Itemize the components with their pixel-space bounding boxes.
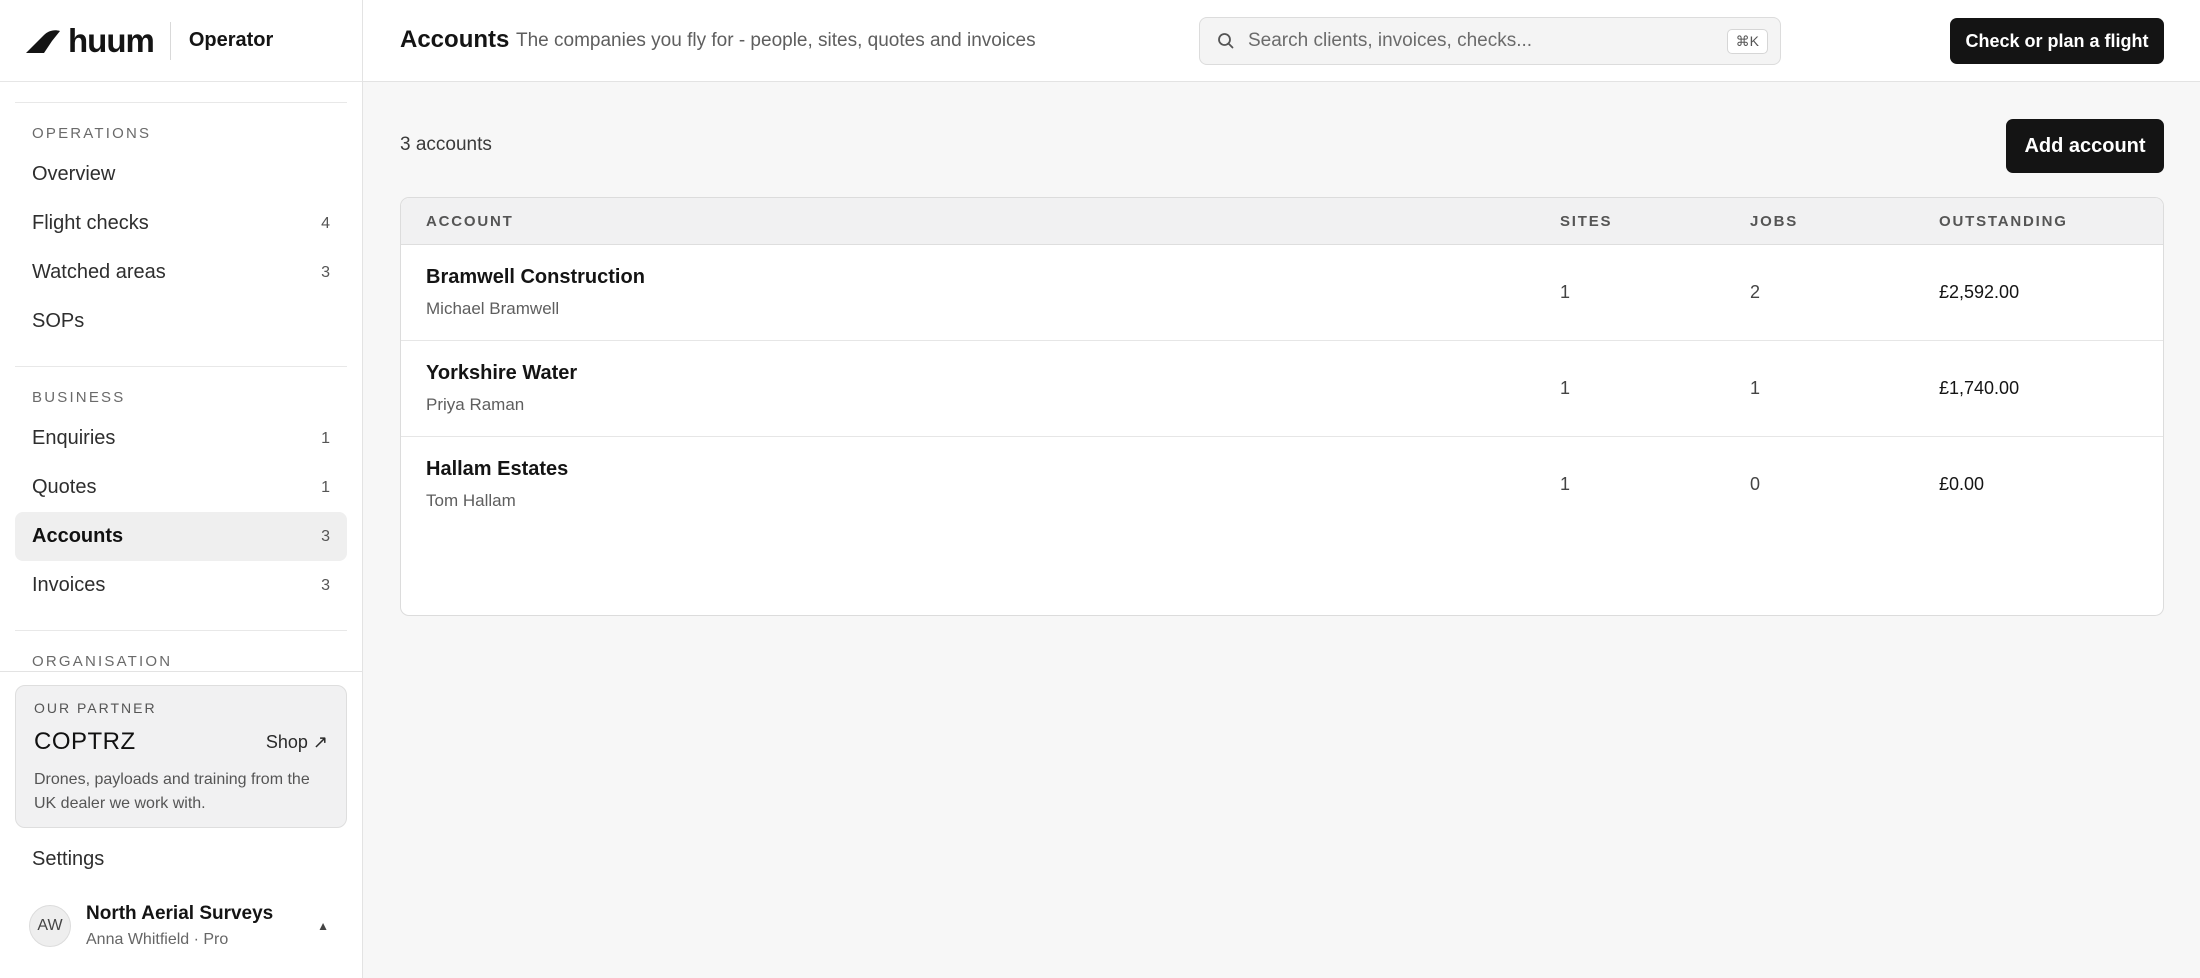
sidebar-item-sops[interactable]: SOPs <box>15 297 347 346</box>
sidebar-item-label: Overview <box>32 163 116 185</box>
sidebar-item-count: 3 <box>321 263 330 281</box>
account-outstanding: £0.00 <box>1939 474 1985 494</box>
search-box[interactable]: ⌘K <box>1199 17 1781 65</box>
accounts-table: ACCOUNT SITES JOBS OUTSTANDING Bramwell … <box>400 197 2164 616</box>
account-contact: Tom Hallam <box>426 491 516 510</box>
sidebar-item-label: Quotes <box>32 476 97 498</box>
page-subtitle: The companies you fly for - people, site… <box>516 30 1036 51</box>
partner-kicker: OUR PARTNER <box>34 700 157 716</box>
page-title: Accounts <box>400 26 510 53</box>
nav-heading: BUSINESS <box>32 389 126 406</box>
brand-name: huum <box>68 22 155 59</box>
account-jobs: 1 <box>1750 378 1761 398</box>
sidebar-item-quotes[interactable]: Quotes 1 <box>15 463 347 512</box>
account-org-name: North Aerial Surveys <box>86 903 274 924</box>
account-contact: Michael Bramwell <box>426 299 560 318</box>
top-bar: Accounts The companies you fly for - peo… <box>363 0 2200 82</box>
brand-divider <box>169 21 171 60</box>
sidebar-item-count: 1 <box>321 429 330 447</box>
sidebar-item-label: Settings <box>32 847 105 870</box>
sidebar-footer-divider <box>0 671 362 672</box>
account-jobs: 0 <box>1750 474 1761 494</box>
app-window: huum Operator OPERATIONS Overview Flight… <box>0 0 2200 978</box>
sidebar-item-label: Accounts <box>32 525 124 547</box>
partner-shop-link[interactable]: Shop ↗ <box>266 732 328 753</box>
account-outstanding: £2,592.00 <box>1939 282 2020 302</box>
account-name[interactable]: Hallam Estates <box>426 458 568 481</box>
sidebar-item-label: SOPs <box>32 310 85 332</box>
partner-description: Drones, payloads and training from the U… <box>34 771 310 812</box>
table-header: ACCOUNT SITES JOBS OUTSTANDING <box>401 198 2163 245</box>
table-row[interactable]: Yorkshire Water Priya Raman 1 1 £1,740.0… <box>401 341 2163 437</box>
sidebar-item-count: 4 <box>321 214 330 232</box>
avatar: AW <box>29 905 71 947</box>
account-sites: 1 <box>1560 282 1571 302</box>
nav-heading: ORGANISATION <box>32 653 173 670</box>
table-row[interactable]: Bramwell Construction Michael Bramwell 1… <box>401 245 2163 341</box>
column-header-jobs[interactable]: JOBS <box>1750 213 1798 230</box>
brand-bar: huum Operator <box>0 0 362 82</box>
account-outstanding: £1,740.00 <box>1939 378 2020 398</box>
account-contact: Priya Raman <box>426 395 525 414</box>
search-icon <box>1216 31 1236 51</box>
column-header-sites[interactable]: SITES <box>1560 213 1612 230</box>
search-input[interactable] <box>1248 30 1727 52</box>
search-shortcut-badge: ⌘K <box>1726 28 1768 54</box>
column-header-outstanding[interactable]: OUTSTANDING <box>1939 213 2068 230</box>
sidebar-item-count: 3 <box>321 576 330 594</box>
check-plan-flight-button[interactable]: Check or plan a flight <box>1950 18 2164 64</box>
nav-section-operations: OPERATIONS Overview Flight checks 4 Watc… <box>0 102 362 346</box>
account-user: Anna Whitfield · Pro <box>86 931 229 948</box>
table-row[interactable]: Hallam Estates Tom Hallam 1 0 £0.00 <box>401 437 2163 533</box>
sidebar-item-label: Enquiries <box>32 427 116 449</box>
main-content: 3 accounts Add account ACCOUNT SITES JOB… <box>363 82 2200 978</box>
brand-role: Operator <box>188 29 274 51</box>
account-sites: 1 <box>1560 474 1571 494</box>
sidebar-item-label: Invoices <box>32 574 106 596</box>
account-jobs: 2 <box>1750 282 1761 302</box>
huum-logo-icon <box>24 27 62 55</box>
partner-card: OUR PARTNER COPTRZ Shop ↗ Drones, payloa… <box>15 685 347 828</box>
column-header-account[interactable]: ACCOUNT <box>426 213 514 230</box>
sidebar-item-count: 1 <box>321 478 330 496</box>
sidebar-item-watched-areas[interactable]: Watched areas 3 <box>15 248 347 297</box>
caret-up-icon: ▲ <box>317 919 329 933</box>
sidebar-item-label: Flight checks <box>32 212 149 234</box>
sidebar-nav: OPERATIONS Overview Flight checks 4 Watc… <box>0 82 362 670</box>
account-switcher[interactable]: AW North Aerial Surveys Anna Whitfield ·… <box>15 894 347 958</box>
sidebar-item-invoices[interactable]: Invoices 3 <box>15 561 347 610</box>
sidebar-item-count: 3 <box>321 527 330 545</box>
account-name[interactable]: Bramwell Construction <box>426 266 645 289</box>
add-account-button[interactable]: Add account <box>2006 119 2164 173</box>
sidebar-item-overview[interactable]: Overview <box>15 150 347 199</box>
nav-section-organisation: ORGANISATION <box>0 630 362 670</box>
account-name[interactable]: Yorkshire Water <box>426 362 577 385</box>
brand-logo[interactable]: huum <box>24 22 155 59</box>
nav-section-business: BUSINESS Enquiries 1 Quotes 1 Accounts 3… <box>0 366 362 610</box>
sidebar-item-enquiries[interactable]: Enquiries 1 <box>15 414 347 463</box>
sidebar-item-flight-checks[interactable]: Flight checks 4 <box>15 199 347 248</box>
accounts-count: 3 accounts <box>400 134 492 155</box>
sidebar-item-label: Watched areas <box>32 261 166 283</box>
nav-heading: OPERATIONS <box>32 125 152 142</box>
sidebar-item-accounts[interactable]: Accounts 3 <box>15 512 347 561</box>
sidebar: huum Operator OPERATIONS Overview Flight… <box>0 0 363 978</box>
sidebar-item-settings[interactable]: Settings <box>15 834 347 884</box>
partner-name: COPTRZ <box>34 728 136 755</box>
account-sites: 1 <box>1560 378 1571 398</box>
